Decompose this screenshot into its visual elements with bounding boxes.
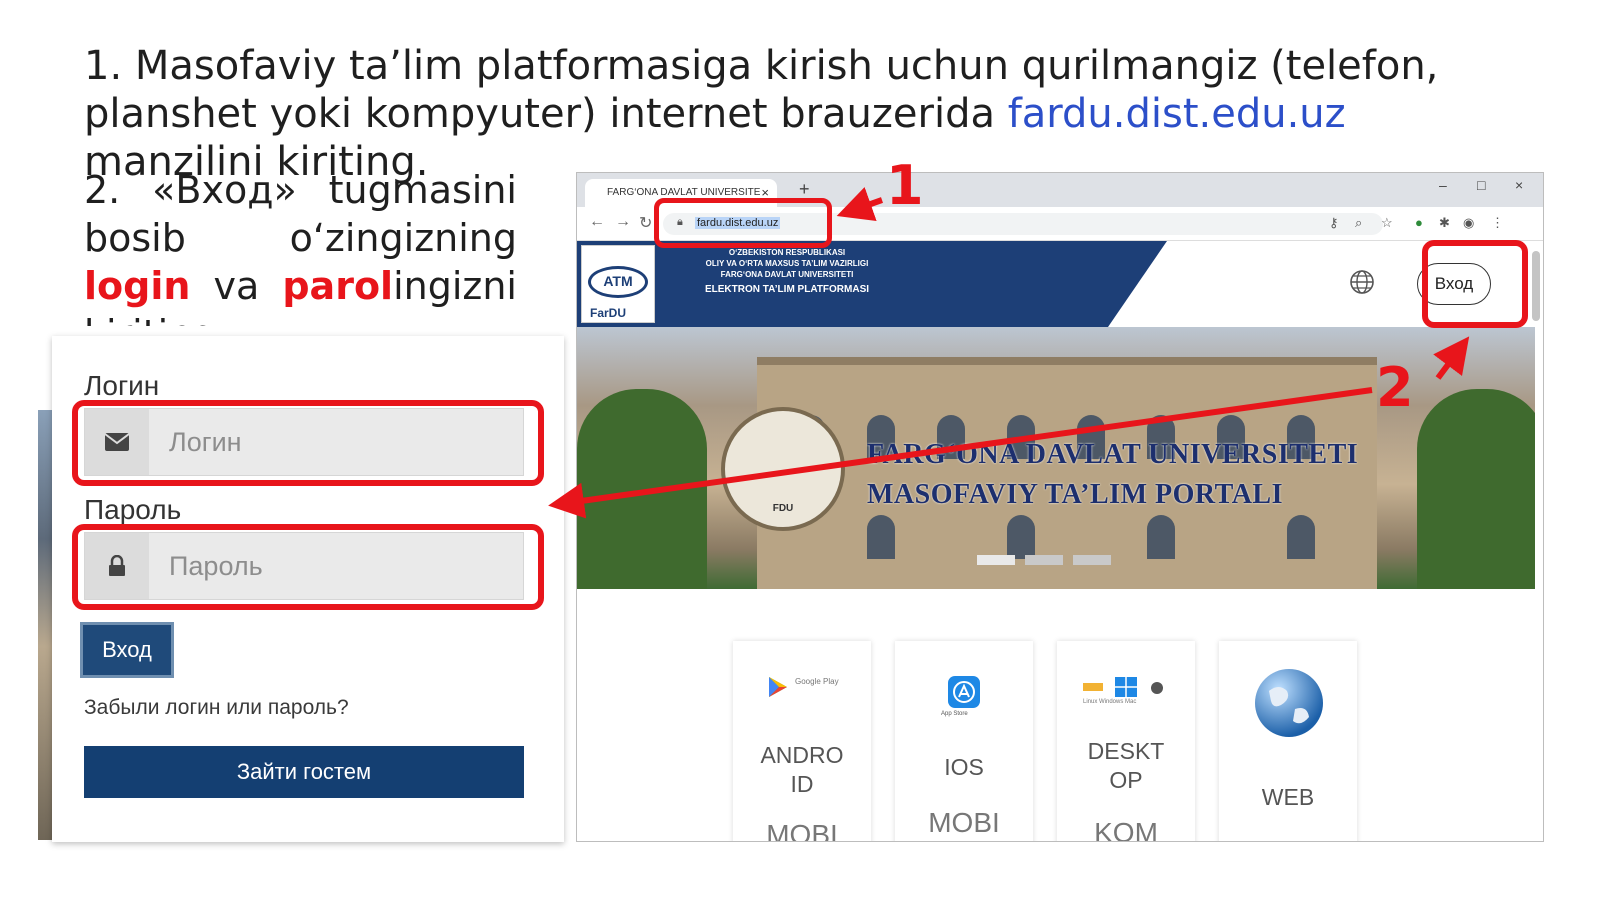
card-web-title: WEB xyxy=(1261,784,1315,810)
reload-icon[interactable]: ↻ xyxy=(639,213,652,233)
page-scrollbar[interactable] xyxy=(1532,251,1540,321)
google-play-badge: Google Play xyxy=(795,677,839,686)
back-icon[interactable]: ← xyxy=(589,213,605,231)
password-label: Пароль xyxy=(84,494,182,525)
seal-text: FDU xyxy=(772,503,794,514)
building-window xyxy=(1147,515,1175,559)
language-globe-icon[interactable] xyxy=(1349,269,1375,302)
tree-left xyxy=(577,389,707,589)
carousel-dot[interactable] xyxy=(1073,555,1111,565)
extension-icon[interactable]: ● xyxy=(1415,215,1423,230)
annotation-number-1: 1 xyxy=(886,154,924,217)
forward-icon[interactable]: → xyxy=(615,213,631,231)
card-android[interactable]: Google Play ANDRO ID MOBI xyxy=(733,641,871,842)
desktop-os-icons: Linux Windows Mac xyxy=(1083,675,1169,705)
logo-atm-text: ATM xyxy=(588,266,648,298)
university-seal: FDU xyxy=(721,407,845,531)
app-store-icon: App Store xyxy=(941,675,981,717)
browser-window: FARG‘ONA DAVLAT UNIVERSITE × + – □ × ← →… xyxy=(576,172,1544,842)
card-desktop-title: DESKT OP xyxy=(1087,738,1165,793)
header-text: O‘ZBEKISTON RESPUBLIKASI OLIY VA O‘RTA M… xyxy=(677,247,897,298)
hero-title: FARG‘ONA DAVLAT UNIVERSITETI MASOFAVIY T… xyxy=(867,435,1358,515)
star-icon[interactable]: ☆ xyxy=(1381,215,1393,231)
google-play-icon: Google Play xyxy=(767,675,841,704)
url-highlight xyxy=(654,198,832,248)
site-header: ATM FarDU O‘ZBEKISTON RESPUBLIKASI OLIY … xyxy=(577,241,1543,327)
platform-url-link[interactable]: fardu.dist.edu.uz xyxy=(1008,91,1346,137)
step2-and: va xyxy=(190,264,283,308)
logo-fardu-text: FarDU xyxy=(590,306,627,320)
building-window xyxy=(1287,515,1315,559)
carousel-dot-active[interactable] xyxy=(977,555,1015,565)
building-window xyxy=(867,515,895,559)
card-desktop[interactable]: Linux Windows Mac DESKT OP KOM xyxy=(1057,641,1195,842)
desktop-os-badge: Linux Windows Mac xyxy=(1083,699,1137,705)
tree-right xyxy=(1417,389,1535,589)
zoom-icon[interactable]: ⌕ xyxy=(1355,215,1362,231)
hero-title-line-2: MASOFAVIY TA’LIM PORTALI xyxy=(867,479,1284,510)
site-logo[interactable]: ATM FarDU xyxy=(581,245,655,323)
header-line-1: O‘ZBEKISTON RESPUBLIKASI xyxy=(728,248,846,257)
tab-title: FARG‘ONA DAVLAT UNIVERSITE xyxy=(607,187,761,198)
header-line-2: OLIY VA O‘RTA MAXSUS TA’LIM VAZIRLIGI xyxy=(705,259,869,268)
earth-globe-icon xyxy=(1251,665,1327,746)
app-store-badge: App Store xyxy=(941,711,968,717)
card-ios-title: IOS xyxy=(944,754,984,780)
password-highlight: parol xyxy=(282,264,394,308)
header-platform-title: ELEKTRON TA’LIM PLATFORMASI xyxy=(704,284,870,295)
guest-login-button[interactable]: Зайти гостем xyxy=(84,746,524,798)
step2-text: 2. «Вход» tugmasini bosib o‘zingizning xyxy=(84,168,517,260)
key-icon[interactable]: ⚷ xyxy=(1329,215,1339,231)
profile-icon[interactable]: ◉ xyxy=(1463,215,1474,231)
hero-title-line-1: FARG‘ONA DAVLAT UNIVERSITETI xyxy=(867,439,1359,470)
new-tab-button[interactable]: + xyxy=(799,179,810,200)
card-desktop-sub: KOM xyxy=(1094,817,1158,842)
password-field-highlight xyxy=(72,524,544,610)
login-label: Логин xyxy=(84,370,160,401)
carousel-dot[interactable] xyxy=(1025,555,1063,565)
login-highlight: login xyxy=(84,264,191,308)
step1-instruction: 1. Masofaviy ta’lim platformasiga kirish… xyxy=(84,42,1534,186)
puzzle-icon[interactable]: ✱ xyxy=(1439,215,1450,231)
menu-icon[interactable]: ⋮ xyxy=(1491,215,1504,231)
login-field-highlight xyxy=(72,400,544,486)
step2-instruction: 2. «Вход» tugmasini bosib o‘zingizning l… xyxy=(84,166,517,326)
login-button-highlight xyxy=(1422,240,1528,328)
card-ios-sub: MOBI xyxy=(928,807,1000,838)
header-line-3: FARG‘ONA DAVLAT UNIVERSITETI xyxy=(720,270,854,279)
window-close-icon[interactable]: × xyxy=(1515,177,1523,193)
annotation-number-2: 2 xyxy=(1376,356,1414,419)
card-android-sub: MOBI xyxy=(766,819,838,842)
minimize-icon[interactable]: – xyxy=(1439,177,1447,193)
card-android-title: ANDRO ID xyxy=(760,742,844,797)
forgot-password-link[interactable]: Забыли логин или пароль? xyxy=(84,696,349,720)
maximize-icon[interactable]: □ xyxy=(1477,177,1485,193)
card-ios[interactable]: App Store IOS MOBI xyxy=(895,641,1033,841)
building-window xyxy=(1007,515,1035,559)
card-web[interactable]: WEB xyxy=(1219,641,1357,841)
login-submit-button[interactable]: Вход xyxy=(80,622,174,678)
